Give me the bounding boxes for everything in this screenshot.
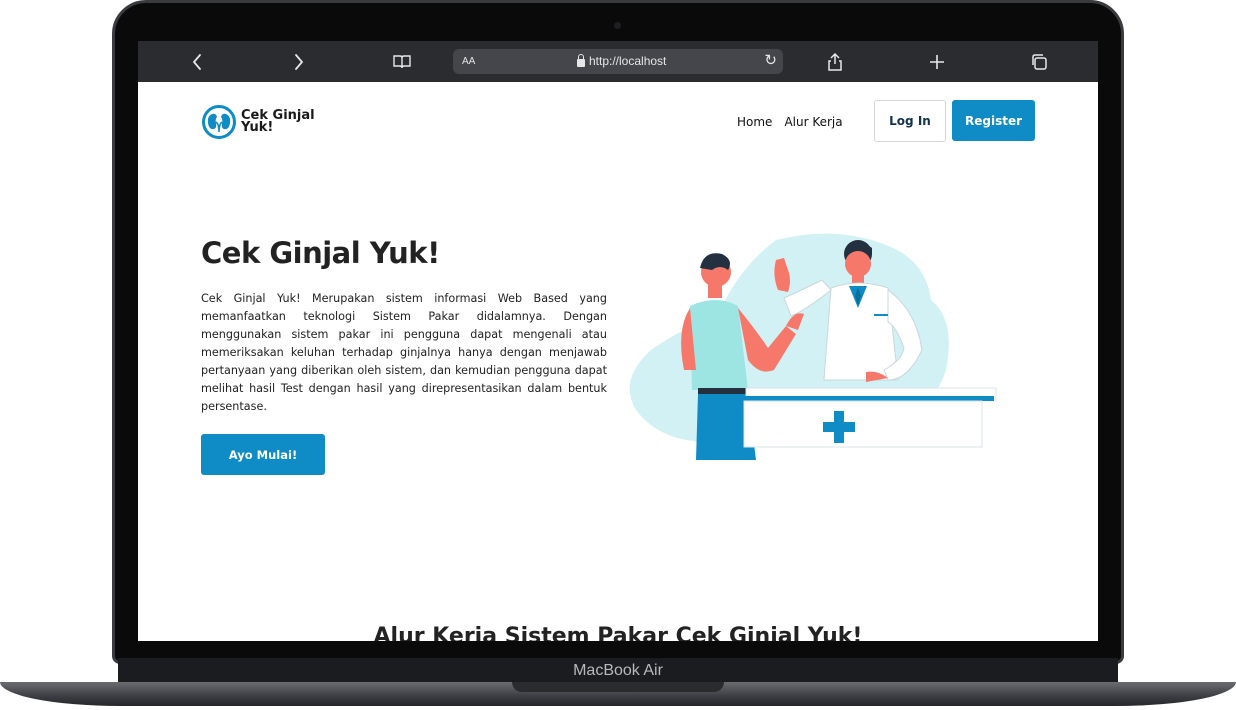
site-logo[interactable]: Cek Ginjal Yuk! — [201, 104, 315, 140]
device-label: MacBook Air — [573, 662, 663, 679]
tabs-overview-icon[interactable] — [1028, 41, 1050, 82]
start-button[interactable]: Ayo Mulai! — [201, 434, 325, 475]
laptop-mockup: AA http://localhost ↻ Cek Ginjal Yuk! Ho… — [0, 0, 1236, 710]
bookmarks-icon[interactable] — [390, 41, 414, 82]
browser-toolbar: AA http://localhost ↻ — [138, 41, 1098, 82]
lock-icon — [577, 53, 585, 67]
section-title: Alur Kerja Sistem Pakar Cek Ginjal Yuk! — [373, 624, 863, 641]
url-display: http://localhost — [577, 53, 667, 68]
kidney-logo-icon — [202, 105, 236, 139]
reload-icon[interactable]: ↻ — [764, 51, 777, 69]
logo-line-2: Yuk! — [241, 120, 274, 135]
share-icon[interactable] — [824, 41, 846, 82]
nav-alur-kerja[interactable]: Alur Kerja — [784, 115, 842, 129]
laptop-screen: AA http://localhost ↻ Cek Ginjal Yuk! Ho… — [138, 41, 1098, 641]
doctor-patient-illustration — [629, 233, 997, 460]
hero-description: Cek Ginjal Yuk! Merupakan sistem informa… — [201, 292, 607, 413]
text-size-button[interactable]: AA — [462, 56, 475, 67]
back-icon[interactable] — [186, 41, 208, 82]
hero-title: Cek Ginjal Yuk! — [201, 236, 440, 270]
forward-icon[interactable] — [288, 41, 310, 82]
main-nav: Home Alur Kerja — [737, 115, 843, 129]
camera-dot — [614, 22, 621, 29]
address-bar[interactable]: AA http://localhost ↻ — [453, 49, 783, 74]
laptop-notch — [512, 682, 724, 692]
url-text: http://localhost — [589, 54, 667, 68]
web-page: Cek Ginjal Yuk! Home Alur Kerja Log In R… — [138, 82, 1098, 641]
new-tab-icon[interactable] — [926, 41, 948, 82]
login-button[interactable]: Log In — [874, 100, 946, 142]
logo-text: Cek Ginjal Yuk! — [241, 109, 315, 135]
register-button[interactable]: Register — [952, 100, 1035, 141]
nav-home[interactable]: Home — [737, 115, 772, 129]
